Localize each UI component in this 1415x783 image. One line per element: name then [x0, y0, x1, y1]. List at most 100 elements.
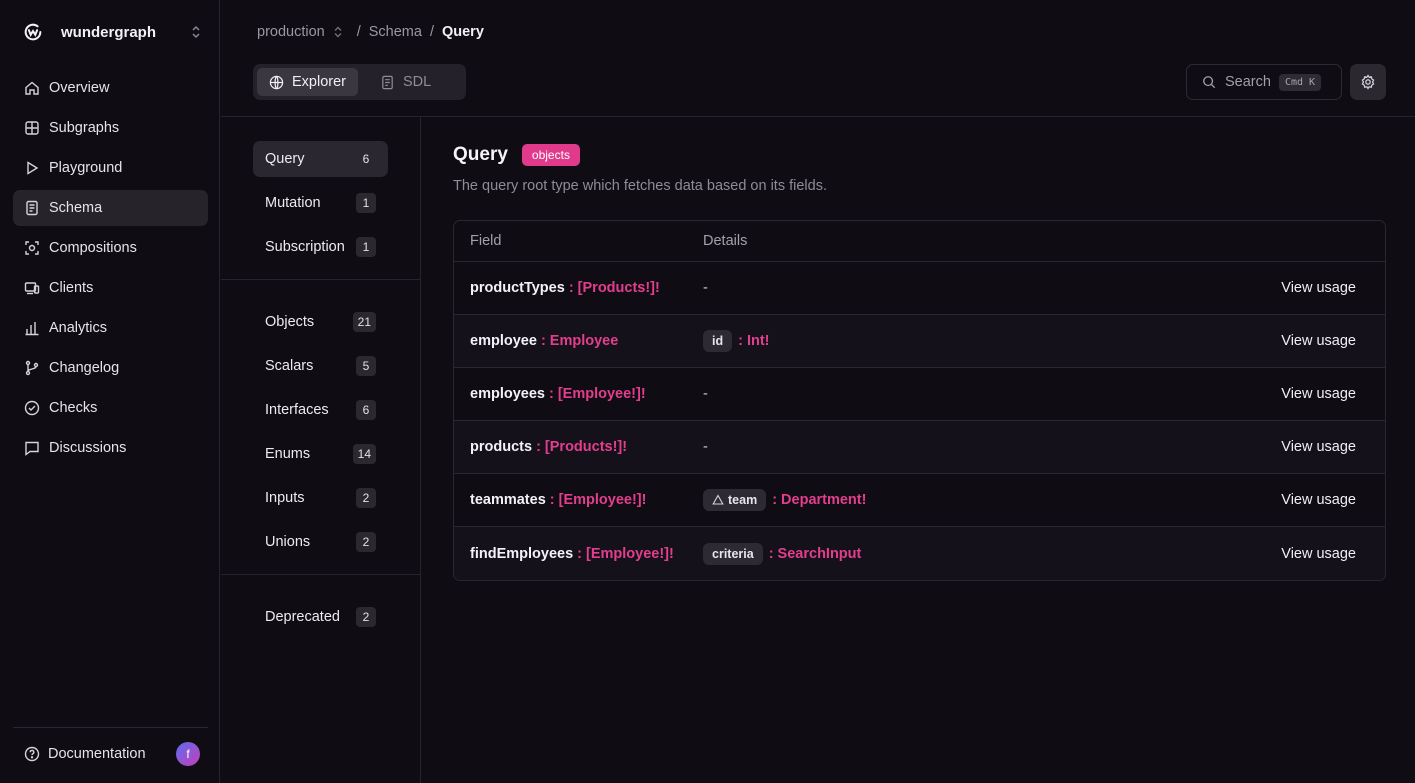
nav-item-changelog[interactable]: Changelog — [13, 350, 208, 386]
type-item-objects[interactable]: Objects 21 — [253, 304, 388, 340]
type-item-subscription[interactable]: Subscription 1 — [253, 229, 388, 265]
title-row: Query objects — [453, 144, 1386, 166]
nav-item-label: Changelog — [49, 360, 120, 376]
chat-icon — [24, 440, 40, 456]
nav-item-discussions[interactable]: Discussions — [13, 430, 208, 466]
type-item-mutation[interactable]: Mutation 1 — [253, 185, 388, 221]
sdl-tab-label: SDL — [403, 74, 432, 90]
nav-item-subgraphs[interactable]: Subgraphs — [13, 110, 208, 146]
type-count: 21 — [352, 312, 376, 332]
chevron-up-down-icon[interactable] — [333, 26, 343, 38]
sidebar: wundergraph Overview Subgraphs Playgroun… — [0, 0, 220, 783]
field-type[interactable]: : [Products!]! — [569, 280, 660, 296]
type-item-label: Interfaces — [265, 402, 329, 418]
view-usage-button[interactable]: View usage — [1281, 492, 1356, 508]
type-count: 6 — [356, 400, 376, 420]
argument-type[interactable]: : Int! — [738, 333, 769, 349]
sdl-tab[interactable]: SDL — [368, 68, 443, 96]
nav-item-analytics[interactable]: Analytics — [13, 310, 208, 346]
view-usage-button[interactable]: View usage — [1281, 546, 1356, 562]
argument-chip: criteria — [703, 542, 763, 565]
nav-item-compositions[interactable]: Compositions — [13, 230, 208, 266]
field-type[interactable]: : [Employee!]! — [549, 386, 646, 402]
view-toggle: Explorer SDL — [253, 64, 466, 100]
field-type[interactable]: : Employee — [541, 333, 618, 349]
field-name[interactable]: employee — [470, 333, 537, 349]
help-circle-icon — [24, 746, 40, 762]
table-row: findEmployees : [Employee!]! criteria : … — [454, 527, 1385, 580]
root-types-group: Query 6 Mutation 1 Subscription 1 — [221, 117, 420, 265]
kind-types-group: Objects 21 Scalars 5 Interfaces 6 Enums … — [221, 280, 420, 560]
field-type[interactable]: : [Employee!]! — [577, 546, 674, 562]
type-item-deprecated[interactable]: Deprecated 2 — [253, 599, 388, 635]
documentation-link[interactable]: Documentation — [48, 746, 176, 762]
fields-table: Field Details productTypes : [Products!]… — [453, 220, 1386, 581]
view-usage-button[interactable]: View usage — [1281, 439, 1356, 455]
field-details: - — [703, 439, 708, 455]
sidebar-footer: Documentation f — [13, 727, 208, 766]
type-item-inputs[interactable]: Inputs 2 — [253, 480, 388, 516]
main-nav: Overview Subgraphs Playground Schema Com… — [13, 70, 208, 470]
type-item-scalars[interactable]: Scalars 5 — [253, 348, 388, 384]
view-usage-button[interactable]: View usage — [1281, 386, 1356, 402]
type-item-enums[interactable]: Enums 14 — [253, 436, 388, 472]
gear-icon — [1360, 74, 1376, 90]
type-item-query[interactable]: Query 6 — [253, 141, 388, 177]
field-name[interactable]: employees — [470, 386, 545, 402]
table-row: teammates : [Employee!]! team : Departme… — [454, 474, 1385, 527]
type-count: 6 — [362, 152, 370, 166]
type-count: 2 — [356, 488, 376, 508]
nav-item-label: Compositions — [49, 240, 137, 256]
type-item-label: Enums — [265, 446, 311, 462]
type-count: 14 — [352, 444, 376, 464]
nav-item-label: Playground — [49, 160, 123, 176]
breadcrumb-schema[interactable]: Schema — [369, 24, 422, 40]
nav-item-overview[interactable]: Overview — [13, 70, 208, 106]
argument-name: team — [728, 493, 758, 507]
nav-item-label: Discussions — [49, 440, 127, 456]
field-name[interactable]: products — [470, 439, 532, 455]
nav-item-schema[interactable]: Schema — [13, 190, 208, 226]
org-switcher[interactable]: wundergraph — [22, 20, 202, 44]
search-icon — [1202, 75, 1216, 89]
table-row: productTypes : [Products!]! - View usage — [454, 262, 1385, 315]
compositions-icon — [24, 240, 40, 256]
breadcrumb-graph[interactable]: production — [257, 24, 325, 40]
field-name[interactable]: productTypes — [470, 280, 565, 296]
breadcrumb: production / Schema / Query — [257, 22, 484, 42]
breadcrumb-separator: / — [356, 24, 361, 40]
type-item-unions[interactable]: Unions 2 — [253, 524, 388, 560]
nav-item-checks[interactable]: Checks — [13, 390, 208, 426]
globe-icon — [269, 75, 284, 90]
page-title: Query — [453, 144, 508, 165]
type-count: 1 — [356, 193, 376, 213]
play-icon — [24, 160, 40, 176]
table-header: Field Details — [454, 221, 1385, 262]
argument-name: criteria — [712, 546, 754, 561]
type-description: The query root type which fetches data b… — [453, 178, 827, 194]
git-branch-icon — [24, 360, 40, 376]
clients-icon — [24, 280, 40, 296]
field-type[interactable]: : [Employee!]! — [550, 492, 647, 508]
file-text-icon — [380, 75, 395, 90]
org-name: wundergraph — [61, 23, 157, 41]
nav-item-clients[interactable]: Clients — [13, 270, 208, 306]
type-item-interfaces[interactable]: Interfaces 6 — [253, 392, 388, 428]
argument-type[interactable]: : Department! — [772, 492, 866, 508]
field-name[interactable]: teammates — [470, 492, 546, 508]
file-icon — [24, 200, 40, 216]
table-row: products : [Products!]! - View usage — [454, 421, 1385, 474]
nav-item-playground[interactable]: Playground — [13, 150, 208, 186]
explorer-tab[interactable]: Explorer — [257, 68, 358, 96]
kind-badge: objects — [521, 144, 580, 166]
settings-button[interactable] — [1350, 64, 1386, 100]
argument-type[interactable]: : SearchInput — [769, 546, 862, 562]
view-usage-button[interactable]: View usage — [1281, 280, 1356, 296]
nav-item-label: Schema — [49, 200, 103, 216]
search-button[interactable]: Search Cmd K — [1186, 64, 1342, 100]
search-label: Search — [1225, 74, 1271, 90]
field-type[interactable]: : [Products!]! — [536, 439, 627, 455]
field-name[interactable]: findEmployees — [470, 546, 573, 562]
view-usage-button[interactable]: View usage — [1281, 333, 1356, 349]
avatar[interactable]: f — [176, 742, 200, 766]
